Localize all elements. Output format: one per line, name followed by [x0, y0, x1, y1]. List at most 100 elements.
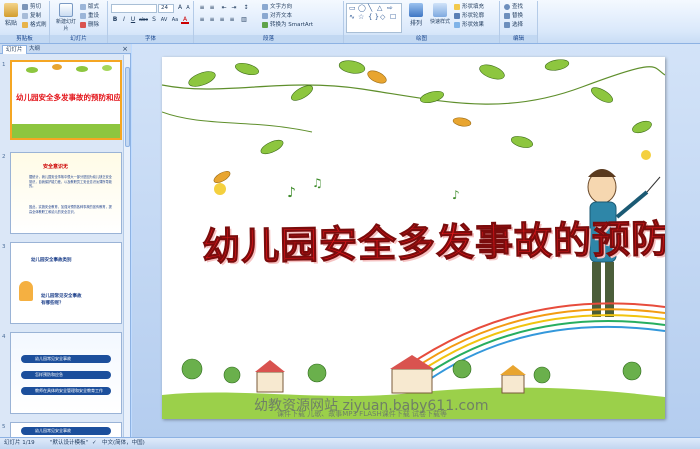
paragraph-label: 段落: [194, 35, 343, 43]
slide-thumbnail-heading: 幼儿园安全事故类别: [31, 258, 72, 263]
format-painter-button[interactable]: 格式刷: [22, 21, 47, 29]
slide-thumbnail-2[interactable]: 安全意识无 据统计，我儿园安全事故中很大一部分是因为幼儿缺乏安全常识，自我保护能…: [10, 152, 122, 234]
close-icon[interactable]: ×: [122, 45, 128, 54]
quick-styles-button[interactable]: 快速样式: [428, 3, 452, 25]
svg-text:♫: ♫: [312, 176, 323, 190]
underline-button[interactable]: U: [129, 16, 137, 24]
reset-button[interactable]: 重设: [80, 12, 99, 20]
font-label: 字体: [108, 35, 193, 43]
shape-fill-button[interactable]: 形状填充: [454, 3, 484, 11]
change-case-button[interactable]: Aa: [170, 16, 180, 24]
scrollbar-thumb[interactable]: [125, 67, 130, 147]
shape-effects-button[interactable]: 形状效果: [454, 21, 484, 29]
slide-thumbnail-4[interactable]: 幼儿园常见安全事故 怎样预防和应急 教师在具体的安全管理和安全教育工作: [10, 332, 122, 414]
status-bar: 幻灯片 1/19 "默认设计模板" ✓ 中文(简体，中国): [0, 437, 700, 449]
list-item: 幼儿园常见安全事故: [21, 427, 111, 435]
align-left-button[interactable]: ≡: [198, 16, 206, 24]
paste-button[interactable]: 粘贴: [2, 3, 20, 27]
clipboard-group: 粘贴 剪切 复制 格式刷 剪贴板: [0, 1, 50, 43]
list-item: 幼儿园常见安全事故: [21, 355, 111, 363]
slide-thumbnail-text: 据统计，我儿园安全事故中很大一部分是因为幼儿缺乏安全常识，自我保护能力差，以及教…: [29, 175, 112, 188]
delete-icon: [80, 21, 86, 28]
grow-font-button[interactable]: A: [176, 4, 184, 12]
brace-shape-icon[interactable]: { }: [368, 13, 379, 21]
replace-button[interactable]: 替换: [504, 12, 523, 20]
theme-status[interactable]: "默认设计模板": [50, 438, 88, 449]
smartart-button[interactable]: 转换为 SmartArt: [262, 21, 313, 29]
cut-button[interactable]: 剪切: [22, 3, 41, 11]
shadow-button[interactable]: S: [150, 16, 158, 24]
language-status[interactable]: 中文(简体，中国): [102, 438, 145, 449]
slide-canvas[interactable]: ♪ ♫ ♪ 幼儿园安全多发事故的预防和应急 幼教资源网站 ziyuan.baby…: [162, 57, 665, 419]
align-text-icon: [262, 12, 268, 19]
font-size-combo[interactable]: 24: [158, 4, 174, 13]
align-center-button[interactable]: ≡: [208, 16, 216, 24]
list-item: 教师在具体的安全管理和安全教育工作: [21, 387, 111, 395]
copy-button[interactable]: 复制: [22, 12, 41, 20]
rectangle-shape-icon[interactable]: ▭: [349, 4, 356, 12]
italic-button[interactable]: I: [120, 16, 128, 24]
font-name-combo[interactable]: [111, 4, 157, 13]
character-spacing-button[interactable]: AV: [159, 16, 169, 24]
align-right-button[interactable]: ≡: [218, 16, 226, 24]
text-direction-button[interactable]: 文字方向: [262, 3, 292, 11]
panel-scrollbar[interactable]: [123, 55, 130, 437]
tab-slides[interactable]: 幻灯片: [2, 45, 27, 54]
new-slide-icon: [59, 3, 73, 17]
line-spacing-button[interactable]: ↕: [242, 4, 250, 12]
layout-button[interactable]: 版式: [80, 3, 99, 11]
slide-title[interactable]: 幼儿园安全多发事故的预防和应急: [201, 208, 665, 271]
editing-label: 编辑: [500, 35, 537, 43]
scissors-icon: [22, 3, 28, 10]
star-shape-icon[interactable]: ☆: [358, 13, 364, 21]
panel-tabs: 幻灯片 大纲 ×: [0, 44, 131, 54]
slide-workspace: ♪ ♫ ♪ 幼儿园安全多发事故的预防和应急 幼教资源网站 ziyuan.baby…: [132, 44, 700, 437]
slide-thumbnail-5[interactable]: 幼儿园常见安全事故: [10, 422, 122, 437]
copy-icon: [22, 12, 28, 19]
slide-thumbnail-subtitle: 幼儿园常见安全事故: [41, 294, 82, 299]
slide-thumbnail-title: 幼儿园安全多发事故的预防和应急: [16, 93, 120, 102]
editing-group: 查找 替换 选择 编辑: [500, 1, 538, 43]
drawing-group: ▭ ◯ ╲ △ ⇨ ∿ ☆ { } ◇ ☐ 排列 快速样式 形状填充 形状轮廓 …: [344, 1, 500, 43]
justify-button[interactable]: ≡: [228, 16, 236, 24]
replace-icon: [504, 12, 510, 19]
slide-number: 5: [2, 424, 6, 430]
slide-number: 3: [2, 244, 6, 250]
new-slide-button[interactable]: 新建幻灯片: [56, 3, 76, 32]
slides-group: 新建幻灯片 版式 重设 删除 幻灯片: [50, 1, 108, 43]
decrease-indent-button[interactable]: ⇤: [220, 4, 228, 12]
bracket-shape-icon[interactable]: ☐: [390, 13, 396, 21]
triangle-shape-icon[interactable]: △: [377, 4, 382, 12]
bullets-button[interactable]: ≡: [198, 4, 206, 12]
increase-indent-button[interactable]: ⇥: [230, 4, 238, 12]
align-text-button[interactable]: 对齐文本: [262, 12, 292, 20]
slide-thumbnail-1[interactable]: 幼儿园安全多发事故的预防和应急: [10, 60, 122, 140]
shapes-gallery[interactable]: ▭ ◯ ╲ △ ⇨ ∿ ☆ { } ◇ ☐: [346, 3, 402, 33]
arrow-shape-icon[interactable]: ⇨: [387, 4, 393, 12]
child-illustration-icon: [19, 281, 33, 301]
slide-thumbnail-3[interactable]: 幼儿园安全事故类别 幼儿园常见安全事故 有哪些呢？: [10, 242, 122, 324]
shrink-font-button[interactable]: A: [184, 4, 192, 12]
curve-shape-icon[interactable]: ∿: [349, 13, 355, 21]
font-color-button[interactable]: A: [181, 16, 189, 24]
spellcheck-icon[interactable]: ✓: [92, 438, 97, 449]
shape-outline-button[interactable]: 形状轮廓: [454, 12, 484, 20]
text-direction-icon: [262, 3, 268, 10]
select-icon: [504, 21, 510, 28]
callout-shape-icon[interactable]: ◇: [380, 13, 385, 21]
paragraph-group: ≡ ≡ ⇤ ⇥ ↕ ≡ ≡ ≡ ≡ ▥ 文字方向 对齐文本 转换为 SmartA…: [194, 1, 344, 43]
numbering-button[interactable]: ≡: [208, 4, 216, 12]
brush-icon: [22, 21, 28, 28]
strikethrough-button[interactable]: abc: [138, 16, 149, 24]
slide-number: 4: [2, 334, 6, 340]
bold-button[interactable]: B: [111, 16, 119, 24]
line-shape-icon[interactable]: ╲: [368, 4, 372, 12]
oval-shape-icon[interactable]: ◯: [358, 4, 366, 12]
slide-thumbnail-subtitle: 有哪些呢？: [41, 301, 64, 306]
arrange-button[interactable]: 排列: [406, 3, 426, 27]
find-button[interactable]: 查找: [504, 3, 523, 11]
select-button[interactable]: 选择: [504, 21, 523, 29]
tab-outline[interactable]: 大纲: [26, 45, 43, 54]
delete-button[interactable]: 删除: [80, 21, 99, 29]
columns-button[interactable]: ▥: [240, 16, 248, 24]
